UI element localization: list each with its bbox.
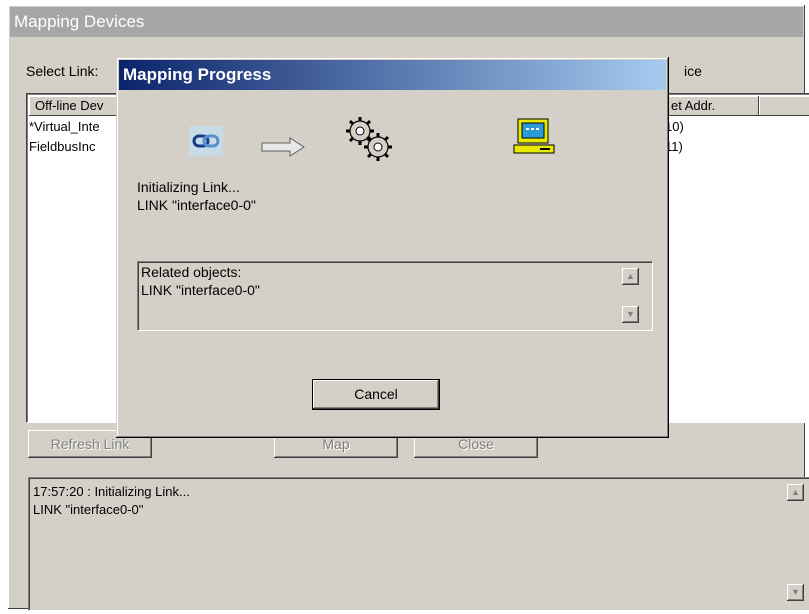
mapping-progress-dialog: Mapping Progress Initializing Link... LI… bbox=[116, 57, 669, 438]
list-item-name: *Virtual_Inte bbox=[29, 119, 100, 134]
link-icon bbox=[188, 125, 224, 157]
gears-icon bbox=[342, 115, 398, 163]
log-line: LINK "interface0-0" bbox=[33, 502, 144, 517]
related-objects-label: Related objects: bbox=[141, 264, 242, 280]
related-objects-box[interactable]: Related objects: LINK "interface0-0" ▲ ▼ bbox=[137, 261, 653, 331]
scroll-down-button[interactable]: ▼ bbox=[622, 306, 639, 323]
cancel-button[interactable]: Cancel bbox=[312, 379, 440, 410]
column-net-address[interactable]: et Addr. bbox=[665, 96, 759, 116]
log-panel[interactable]: 17:57:20 : Initializing Link... LINK "in… bbox=[28, 477, 809, 611]
scroll-up-button[interactable]: ▲ bbox=[622, 268, 639, 285]
device-label-fragment: ice bbox=[684, 63, 702, 79]
list-item[interactable]: *Virtual_Inte bbox=[29, 119, 100, 134]
progress-status-line: LINK "interface0-0" bbox=[137, 197, 256, 213]
arrow-right-icon bbox=[260, 137, 306, 157]
related-object-item: LINK "interface0-0" bbox=[141, 282, 260, 298]
scroll-down-button[interactable]: ▼ bbox=[787, 584, 804, 601]
dialog-title: Mapping Progress bbox=[119, 60, 666, 90]
progress-status-line: Initializing Link... bbox=[137, 179, 240, 195]
computer-icon bbox=[512, 117, 556, 159]
list-item-name: FieldbusInc bbox=[29, 139, 96, 154]
column-empty[interactable] bbox=[759, 96, 809, 116]
select-link-label: Select Link: bbox=[26, 63, 99, 79]
scroll-up-button[interactable]: ▲ bbox=[787, 484, 804, 501]
log-line: 17:57:20 : Initializing Link... bbox=[33, 484, 190, 499]
window-title: Mapping Devices bbox=[10, 7, 803, 37]
list-item[interactable]: FieldbusInc bbox=[29, 139, 95, 154]
